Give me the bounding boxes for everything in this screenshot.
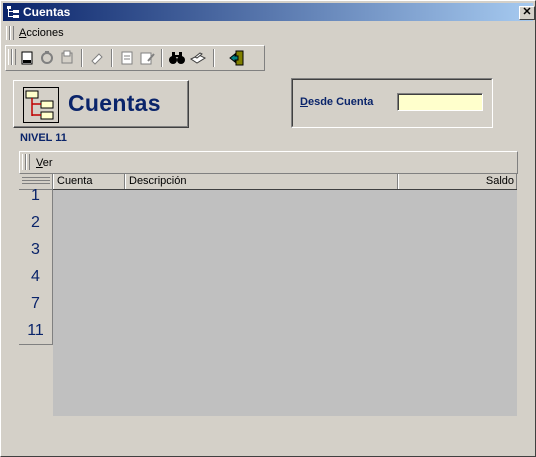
tree-hierarchy-icon — [23, 87, 59, 123]
column-header-label: Cuenta — [57, 175, 93, 187]
close-button[interactable]: ✕ — [519, 6, 535, 20]
level-button-4[interactable]: 4 — [19, 268, 52, 295]
title-bar[interactable]: Cuentas ✕ — [3, 3, 535, 21]
desde-cuenta-label: Desde Cuenta — [300, 96, 374, 108]
level-button-label: 7 — [31, 295, 40, 312]
menu-grip[interactable] — [10, 26, 14, 40]
app-icon — [7, 6, 19, 18]
menu-ver[interactable]: Ver — [36, 157, 53, 169]
edit-icon[interactable] — [138, 49, 156, 67]
grid-column-headers: Cuenta Descripción Saldo — [53, 174, 517, 190]
level-button-7[interactable]: 7 — [19, 295, 52, 322]
notes-icon[interactable] — [118, 49, 136, 67]
column-header-saldo[interactable]: Saldo — [398, 174, 517, 189]
toolbar — [5, 45, 265, 71]
refresh-icon[interactable] — [38, 49, 56, 67]
menu-bar: Acciones — [3, 24, 533, 42]
menu-acciones-label: Acciones — [19, 27, 64, 39]
print-preview-icon[interactable] — [58, 49, 76, 67]
heading-panel: Cuentas — [13, 80, 189, 128]
desde-cuenta-input[interactable] — [397, 93, 483, 111]
toolbar-separator — [81, 49, 83, 67]
level-button-label: 1 — [31, 187, 40, 204]
column-header-cuenta[interactable]: Cuenta — [53, 174, 125, 189]
close-icon: ✕ — [522, 6, 532, 18]
level-button-11[interactable]: 11 — [19, 322, 52, 349]
exit-door-icon[interactable] — [228, 49, 246, 67]
column-header-label: Saldo — [485, 175, 514, 187]
toolbar-separator — [111, 49, 113, 67]
level-button-label: 11 — [27, 322, 44, 339]
view-bar-grip[interactable] — [26, 154, 30, 170]
toolbar-grip[interactable] — [12, 49, 16, 65]
level-button-2[interactable]: 2 — [19, 214, 52, 241]
main-window: Cuentas ✕ Acciones Cuentas Desde Cuenta … — [0, 0, 536, 457]
level-button-label: 2 — [31, 214, 40, 231]
level-button-3[interactable]: 3 — [19, 241, 52, 268]
accounts-grid[interactable]: 1 2 3 4 7 11 Cuenta Descripción Saldo — [19, 174, 517, 416]
printer-icon[interactable] — [189, 49, 207, 67]
toolbar-separator — [161, 49, 163, 67]
new-document-icon[interactable] — [18, 49, 36, 67]
level-button-label: 4 — [31, 268, 40, 285]
level-row-headers: 1 2 3 4 7 11 — [19, 174, 53, 345]
page-title: Cuentas — [68, 90, 161, 116]
menu-acciones[interactable]: Acciones — [19, 27, 64, 39]
binoculars-icon[interactable] — [168, 49, 186, 67]
window-title: Cuentas — [23, 5, 71, 19]
column-header-descripcion[interactable]: Descripción — [125, 174, 398, 189]
level-label: NIVEL 11 — [20, 132, 67, 144]
grid-body[interactable] — [53, 190, 517, 416]
column-header-label: Descripción — [129, 175, 187, 187]
toolbar-separator — [213, 49, 215, 67]
level-button-label: 3 — [31, 241, 40, 258]
desde-cuenta-group: Desde Cuenta — [291, 78, 493, 128]
view-bar: Ver — [19, 151, 518, 174]
eraser-icon[interactable] — [88, 49, 106, 67]
level-button-1[interactable]: 1 — [19, 187, 52, 214]
